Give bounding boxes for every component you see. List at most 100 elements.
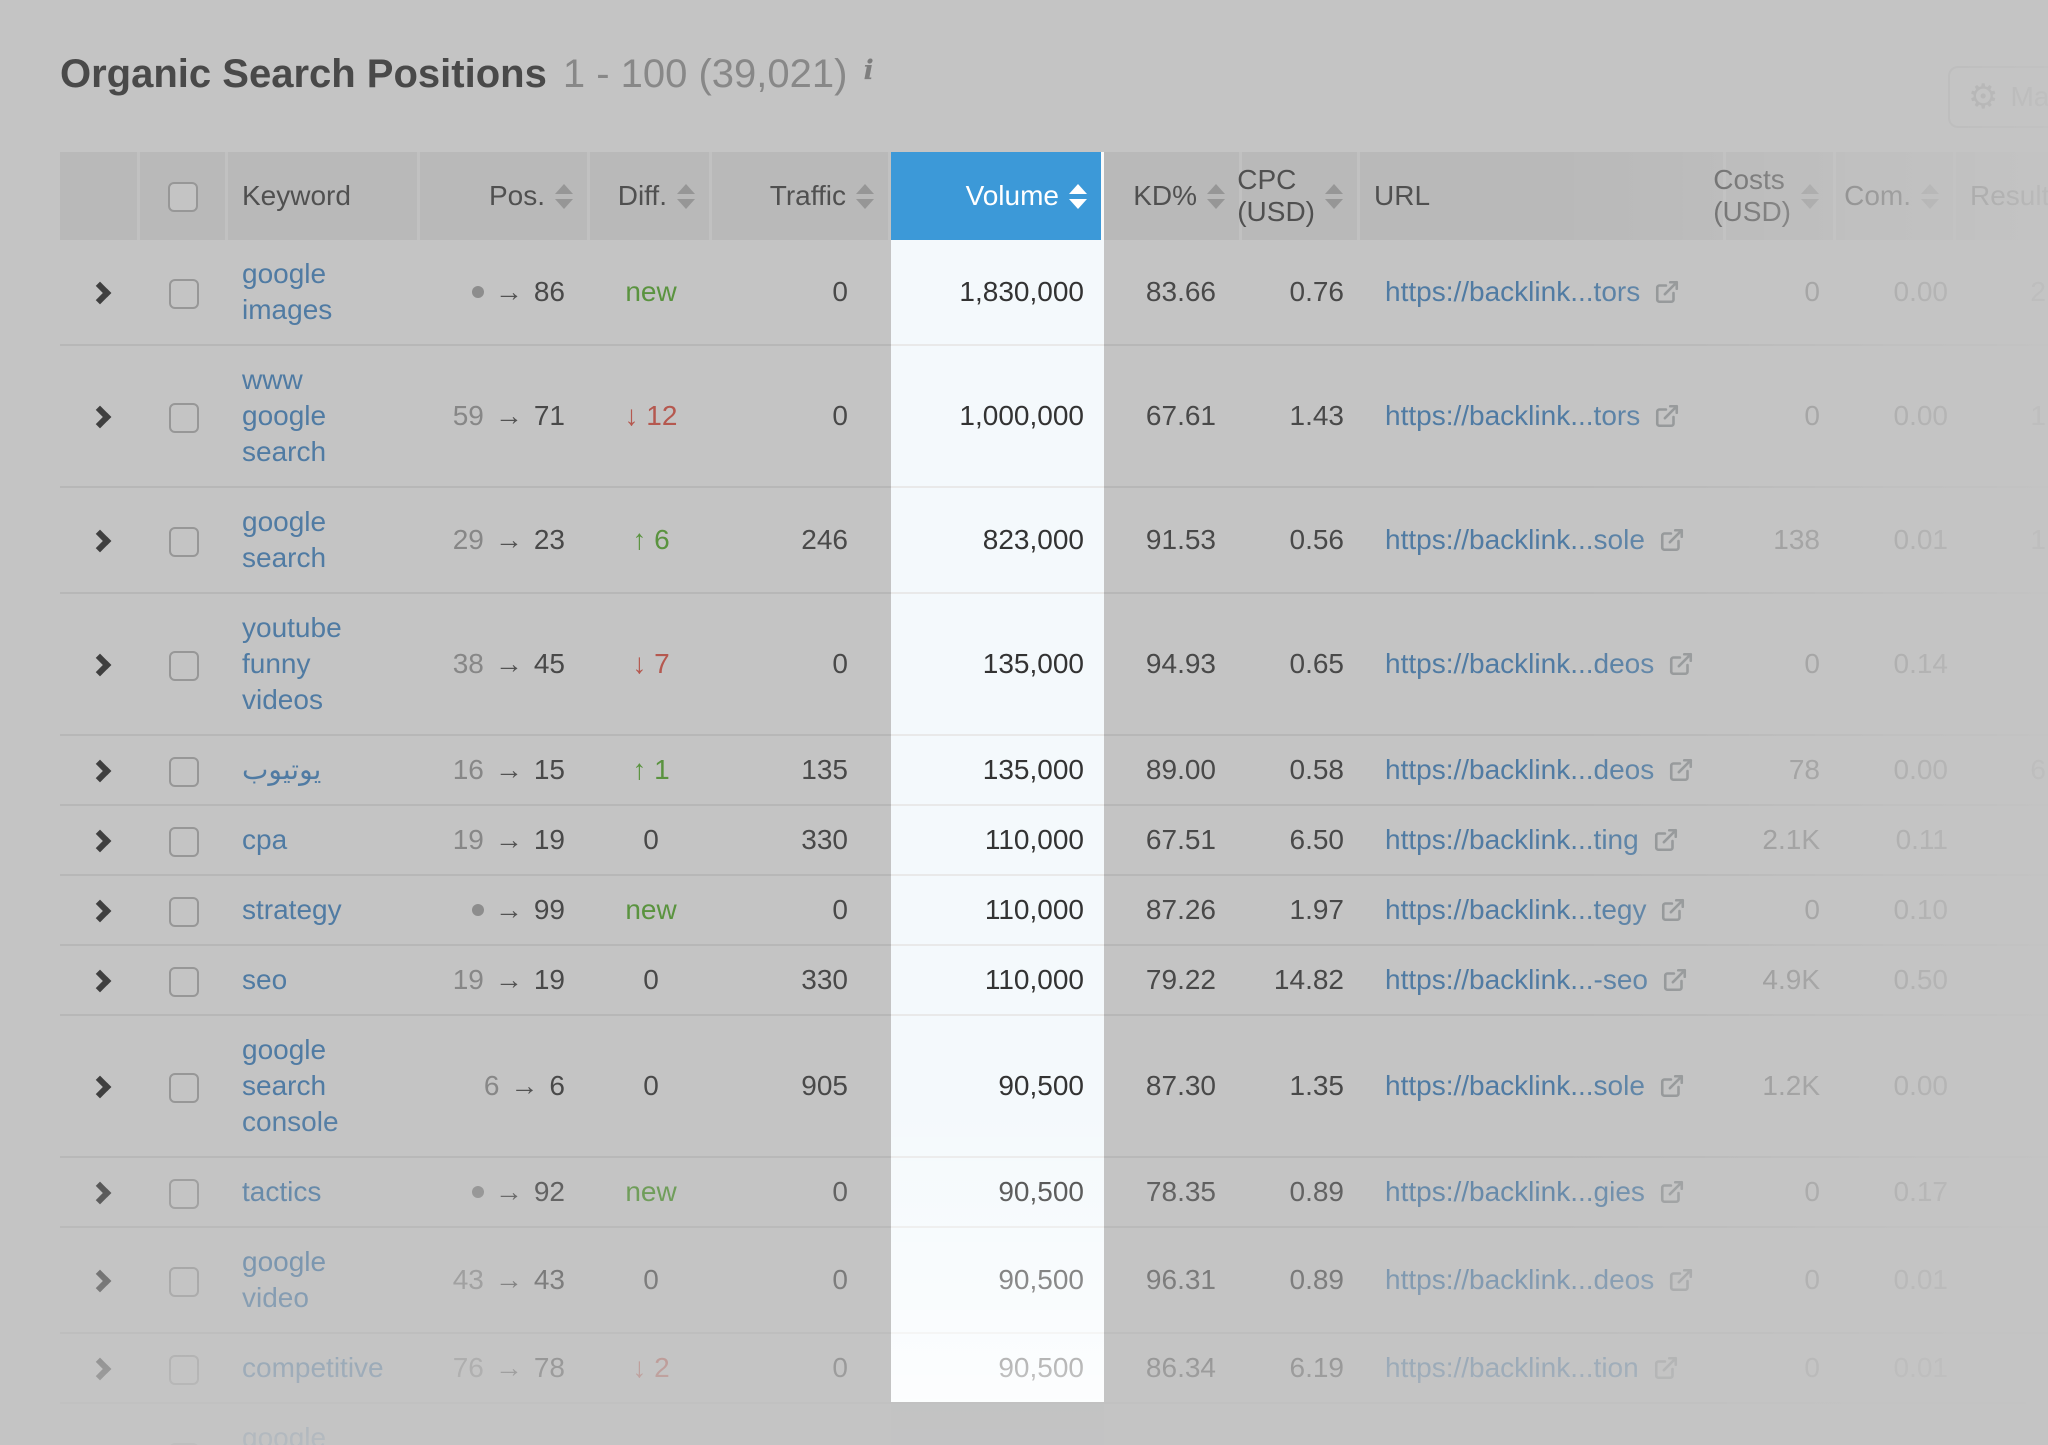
- row-checkbox[interactable]: [169, 757, 199, 787]
- external-link-icon[interactable]: [1662, 967, 1688, 993]
- row-checkbox[interactable]: [169, 897, 199, 927]
- keyword-link[interactable]: google search: [242, 504, 364, 576]
- current-position: 15: [534, 753, 565, 787]
- column-header-kd[interactable]: KD%: [1104, 152, 1242, 240]
- url-link[interactable]: https://backlink...tion: [1385, 1351, 1639, 1385]
- sort-icons[interactable]: [677, 184, 695, 209]
- keyword-link[interactable]: google images: [242, 256, 364, 328]
- sort-icons[interactable]: [1801, 184, 1819, 209]
- expand-row-icon[interactable]: [89, 760, 112, 783]
- url-link[interactable]: https://backlink...deos: [1385, 753, 1654, 787]
- expand-row-icon[interactable]: [89, 1182, 112, 1205]
- column-header-diff[interactable]: Diff.: [590, 152, 712, 240]
- row-checkbox[interactable]: [169, 1355, 199, 1385]
- expand-row-icon[interactable]: [89, 830, 112, 853]
- traffic-value: 330: [712, 946, 891, 1016]
- external-link-icon[interactable]: [1660, 897, 1686, 923]
- results-value: [1956, 1158, 2048, 1228]
- cpc-value: 6.19: [1242, 1334, 1360, 1404]
- expand-row-icon[interactable]: [89, 970, 112, 993]
- external-link-icon[interactable]: [1653, 1355, 1679, 1381]
- column-header-traffic[interactable]: Traffic: [712, 152, 891, 240]
- row-checkbox[interactable]: [169, 967, 199, 997]
- url-link[interactable]: https://backlink...deos: [1385, 1263, 1654, 1297]
- external-link-icon[interactable]: [1659, 1073, 1685, 1099]
- expand-row-icon[interactable]: [89, 900, 112, 923]
- column-header-volume-active[interactable]: Volume: [891, 152, 1104, 240]
- external-link-icon[interactable]: [1659, 1179, 1685, 1205]
- result-range: 1 - 100 (39,021): [563, 52, 848, 97]
- keyword-link[interactable]: google videos: [242, 1420, 364, 1445]
- expand-row-icon[interactable]: [89, 654, 112, 677]
- sort-desc-icon: [1069, 199, 1087, 209]
- sort-desc-icon: [677, 199, 695, 209]
- select-all-checkbox[interactable]: [168, 182, 198, 212]
- url-link[interactable]: https://backlink...tegy: [1385, 893, 1646, 927]
- sort-icons[interactable]: [555, 184, 573, 209]
- external-link-icon[interactable]: [1668, 757, 1694, 783]
- url-link[interactable]: https://backlink...tors: [1385, 275, 1640, 309]
- sort-icons[interactable]: [1921, 184, 1939, 209]
- keyword-link[interactable]: www google search: [242, 362, 364, 470]
- keyword-link[interactable]: strategy: [242, 892, 342, 928]
- row-checkbox[interactable]: [169, 651, 199, 681]
- sort-icons[interactable]: [1069, 184, 1087, 209]
- external-link-icon[interactable]: [1654, 279, 1680, 305]
- row-checkbox[interactable]: [169, 403, 199, 433]
- url-link[interactable]: https://backlink...gies: [1385, 1175, 1645, 1209]
- column-header-pos[interactable]: Pos.: [420, 152, 590, 240]
- column-header-cpc[interactable]: CPC (USD): [1242, 152, 1360, 240]
- url-link[interactable]: https://backlink...sole: [1385, 523, 1645, 557]
- row-checkbox[interactable]: [169, 279, 199, 309]
- expand-row-icon[interactable]: [89, 1358, 112, 1381]
- external-link-icon[interactable]: [1668, 651, 1694, 677]
- info-icon[interactable]: i: [863, 55, 873, 86]
- row-checkbox[interactable]: [169, 1073, 199, 1103]
- current-position: 78: [534, 1351, 565, 1385]
- keyword-link[interactable]: seo: [242, 962, 287, 998]
- external-link-icon[interactable]: [1659, 527, 1685, 553]
- results-value: 2: [1956, 240, 2048, 346]
- column-header-com[interactable]: Com.: [1836, 152, 1956, 240]
- row-checkbox[interactable]: [169, 827, 199, 857]
- external-link-icon[interactable]: [1654, 403, 1680, 429]
- keyword-link[interactable]: tactics: [242, 1174, 321, 1210]
- sort-icons[interactable]: [1207, 184, 1225, 209]
- diff-value: new: [625, 1176, 676, 1207]
- traffic-value: 0: [712, 346, 891, 488]
- url-link[interactable]: https://backlink...deos: [1385, 1439, 1654, 1445]
- row-checkbox[interactable]: [169, 527, 199, 557]
- keyword-link[interactable]: يوتيوب: [242, 752, 321, 788]
- column-header-results[interactable]: Results: [1956, 152, 2048, 240]
- previous-position: 6: [484, 1069, 500, 1103]
- url-link[interactable]: https://backlink...ting: [1385, 823, 1639, 857]
- url-link[interactable]: https://backlink...tors: [1385, 399, 1640, 433]
- keyword-link[interactable]: cpa: [242, 822, 287, 858]
- table-row: google video 43 → 43 0 0 90,500 96.31 0.…: [60, 1228, 2048, 1334]
- sort-icons[interactable]: [856, 184, 874, 209]
- keyword-link[interactable]: competitive: [242, 1350, 364, 1386]
- previous-position: 29: [453, 523, 484, 557]
- external-link-icon[interactable]: [1668, 1267, 1694, 1293]
- url-link[interactable]: https://backlink...-seo: [1385, 963, 1648, 997]
- column-header-costs[interactable]: Costs (USD): [1726, 152, 1836, 240]
- url-link[interactable]: https://backlink...sole: [1385, 1069, 1645, 1103]
- traffic-value: 0: [712, 1158, 891, 1228]
- keyword-link[interactable]: google search console: [242, 1032, 364, 1140]
- url-link[interactable]: https://backlink...deos: [1385, 647, 1654, 681]
- position-arrow-icon: →: [495, 275, 523, 309]
- report-header: Organic Search Positions 1 - 100 (39,021…: [60, 52, 874, 97]
- expand-row-icon[interactable]: [89, 282, 112, 305]
- row-checkbox[interactable]: [169, 1267, 199, 1297]
- external-link-icon[interactable]: [1653, 827, 1679, 853]
- expand-row-icon[interactable]: [89, 406, 112, 429]
- expand-row-icon[interactable]: [89, 530, 112, 553]
- manage-columns-button[interactable]: ⚙ Manage: [1948, 66, 2048, 128]
- row-checkbox[interactable]: [169, 1179, 199, 1209]
- keyword-link[interactable]: google video: [242, 1244, 364, 1316]
- sort-icons[interactable]: [1325, 184, 1343, 209]
- kd-value: 67.61: [1104, 346, 1242, 488]
- keyword-link[interactable]: youtube funny videos: [242, 610, 364, 718]
- expand-row-icon[interactable]: [89, 1076, 112, 1099]
- expand-row-icon[interactable]: [89, 1270, 112, 1293]
